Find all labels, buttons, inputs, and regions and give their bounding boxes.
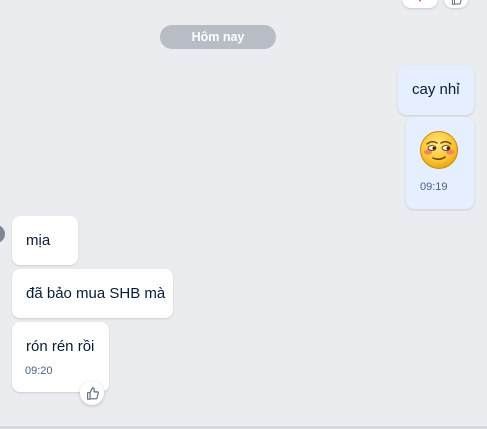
chat-conversation: ♥ Hôm nay cay nhỉ <box>0 0 487 429</box>
sent-emoji-message-bubble[interactable]: 09:19 <box>406 117 474 209</box>
message-text: đã bảo mua SHB mà <box>26 285 166 302</box>
message-time: 09:20 <box>25 365 53 377</box>
received-message-bubble[interactable]: mịa <box>12 216 78 265</box>
heart-icon: ♥ <box>417 0 424 5</box>
date-divider: Hôm nay <box>160 25 276 49</box>
thumbs-up-icon <box>451 0 462 5</box>
message-text: mịa <box>26 232 51 249</box>
blushing-smirk-emoji-icon <box>420 131 458 169</box>
message-time: 09:19 <box>420 181 448 193</box>
received-message-bubble[interactable]: đã bảo mua SHB mà <box>12 269 173 318</box>
message-text: rón rén rồi <box>26 338 95 355</box>
sent-message-bubble[interactable]: cay nhỉ <box>398 65 474 115</box>
reaction-heart-badge[interactable]: ♥ <box>402 0 438 8</box>
avatar[interactable] <box>0 225 5 243</box>
like-reaction-button[interactable] <box>80 381 104 405</box>
thumbs-up-icon <box>86 386 99 400</box>
reaction-like-badge[interactable] <box>444 0 468 8</box>
message-text: cay nhỉ <box>412 81 460 98</box>
date-divider-label: Hôm nay <box>191 30 245 44</box>
